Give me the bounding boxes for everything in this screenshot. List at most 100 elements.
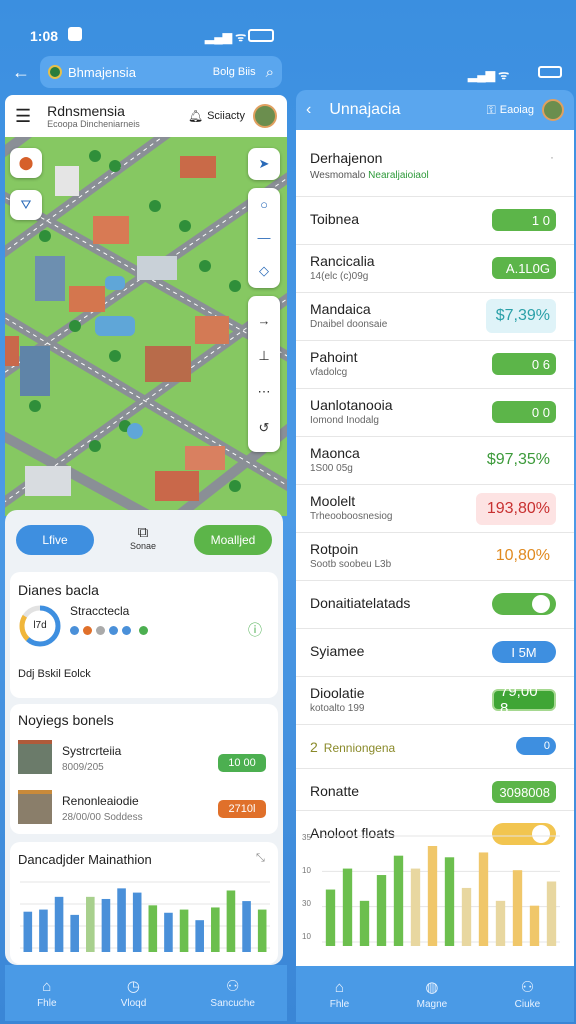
- minus-icon[interactable]: —: [258, 230, 271, 245]
- section-more-icon[interactable]: ·: [550, 150, 554, 164]
- layer-icon[interactable]: ◇: [259, 263, 269, 279]
- overview-card-subtitle: Stracctecla: [70, 604, 130, 618]
- building-thumb-icon: [18, 740, 52, 774]
- chart-bar: [359, 900, 370, 946]
- tab-sonae[interactable]: ⧉ Sonae: [128, 524, 158, 551]
- row-value[interactable]: 0: [516, 737, 556, 755]
- list-item[interactable]: Rotpoin Sootb soobeu L3b 10,80%: [296, 532, 574, 580]
- row-value[interactable]: I 5M: [492, 641, 556, 663]
- building-2-name: Renonleaiodie: [62, 794, 139, 808]
- map-controls-bottom: → ⊥ ⋯ ↺: [248, 296, 280, 452]
- nav-file-right[interactable]: ⌂ Fhle: [330, 979, 349, 1010]
- chart-bar: [529, 905, 540, 946]
- y-tick-label: 30: [302, 899, 311, 908]
- buildings-card: Noyiegs bonels Systrcrteiia 8009/205 10 …: [10, 704, 278, 834]
- list-item[interactable]: Ronatte 3098008: [296, 768, 574, 810]
- building-2-value: 2710l: [218, 800, 266, 818]
- city-map[interactable]: [5, 126, 287, 516]
- building-1-value: 10 00: [218, 754, 266, 772]
- search-icon[interactable]: ⌕: [266, 64, 274, 81]
- list-item[interactable]: 2 Renniongena 0: [296, 724, 574, 768]
- list-item[interactable]: Mandaica Dnaibel doonsaie $7,39%: [296, 292, 574, 340]
- list-item[interactable]: Donaitiatelatads: [296, 580, 574, 628]
- chart-bar: [86, 896, 95, 952]
- zoom-in-icon[interactable]: ○: [260, 197, 268, 212]
- filter-icon[interactable]: ⛛: [10, 190, 42, 220]
- tab-moalljed[interactable]: Moalljed: [194, 525, 272, 555]
- rotate-icon[interactable]: ↺: [259, 420, 270, 436]
- row-value[interactable]: 0 0: [492, 401, 556, 423]
- row-value[interactable]: 10,80%: [486, 545, 556, 567]
- right-avatar[interactable]: [542, 99, 564, 121]
- building-1-name: Systrcrteiia: [62, 744, 122, 758]
- globe-icon: ◍: [425, 979, 439, 996]
- row-value[interactable]: 0 6: [492, 353, 556, 375]
- nav-magne[interactable]: ◍ Magne: [417, 978, 448, 1010]
- clock-icon: ◷: [126, 978, 141, 995]
- row-value[interactable]: 79,00 8: [492, 683, 556, 717]
- user-icon: ⚇: [225, 978, 240, 995]
- chart-bar: [478, 852, 489, 946]
- right-header-action[interactable]: Eaoiag: [500, 104, 534, 116]
- chart-bar: [427, 846, 438, 946]
- row-value[interactable]: 1 0: [492, 209, 556, 231]
- list-item[interactable]: Pahoint vfadolcg 0 6: [296, 340, 574, 388]
- navigation-icon[interactable]: ➤: [248, 148, 280, 180]
- avatar[interactable]: [253, 104, 277, 128]
- chart-bar: [242, 901, 251, 952]
- row-value[interactable]: $7,39%: [486, 299, 556, 333]
- nav-sancuche[interactable]: ⚇ Sancuche: [210, 977, 254, 1009]
- search-bar[interactable]: Bhmajensia Bolg Biis ⌕: [40, 56, 282, 88]
- compass-icon[interactable]: ⊥: [258, 348, 269, 364]
- left-header-subtitle: Ecoopa Dincheniarneis: [47, 119, 140, 129]
- list-item[interactable]: Rancicalia 14(elc (c)09g A.1L0G: [296, 244, 574, 292]
- chart-bar: [342, 868, 353, 946]
- chart-bar: [101, 898, 111, 952]
- left-header-user: Sciiacty: [207, 110, 245, 122]
- chart-bar: [512, 870, 523, 946]
- list-item[interactable]: Dioolatie kotoalto 199 79,00 8: [296, 676, 574, 724]
- row-value[interactable]: 3098008: [492, 781, 556, 803]
- row-bullet: 2: [310, 739, 318, 755]
- nav-ciuke[interactable]: ⚇ Ciuke: [515, 978, 541, 1010]
- gauge-value: l7d: [33, 620, 47, 631]
- nav-file[interactable]: ⌂ Fhle: [37, 978, 56, 1009]
- arrow-right-icon[interactable]: →: [258, 313, 271, 328]
- list-item[interactable]: Toibnea 1 0: [296, 196, 574, 244]
- list-item[interactable]: Syiamee I 5M: [296, 628, 574, 676]
- building-thumb-icon-2: [18, 790, 52, 824]
- list-item[interactable]: Uanlotanooia Iomond Inodalg 0 0: [296, 388, 574, 436]
- left-bottom-nav: ⌂ Fhle ◷ Vloqd ⚇ Sancuche: [5, 965, 287, 1021]
- row-label: Ronatte: [310, 783, 360, 799]
- row-label: Pahoint: [310, 349, 358, 365]
- row-label: Moolelt: [310, 493, 356, 509]
- row-value[interactable]: $97,35%: [486, 449, 556, 471]
- row-label: Dioolatie: [310, 685, 365, 701]
- back-chevron-icon[interactable]: ‹: [306, 101, 311, 119]
- list-item[interactable]: Maonca 1S00 05g $97,35%: [296, 436, 574, 484]
- dots-icon[interactable]: ⋯: [258, 384, 271, 400]
- toggle-knob: [532, 595, 550, 613]
- nav-vloqd[interactable]: ◷ Vloqd: [121, 977, 147, 1009]
- list-item[interactable]: Moolelt Trheooboosnesiog 193,80%: [296, 484, 574, 532]
- chart-bar: [257, 909, 267, 952]
- battery-icon-right: [538, 66, 562, 78]
- row-value[interactable]: A.1L0G: [492, 257, 556, 279]
- chart-bar: [23, 911, 33, 952]
- expand-icon[interactable]: ⤡: [256, 852, 265, 865]
- user-icon: ⚇: [520, 979, 535, 996]
- nav-ciuke-label: Ciuke: [514, 999, 541, 1010]
- row-value[interactable]: [492, 593, 556, 615]
- back-arrow-icon[interactable]: ←: [12, 62, 30, 83]
- status-dots: [70, 626, 148, 635]
- box-icon: ⧉: [137, 524, 149, 541]
- flag-icon: [48, 65, 62, 79]
- tab-live[interactable]: Lfive: [16, 525, 94, 555]
- row-value[interactable]: 193,80%: [476, 493, 556, 525]
- search-text: Bhmajensia: [68, 64, 136, 80]
- location-pin-icon[interactable]: ⬤: [10, 148, 42, 178]
- bell-icon[interactable]: 🔔︎: [188, 109, 203, 123]
- nav-sancuche-label: Sancuche: [210, 998, 255, 1009]
- info-icon[interactable]: ⓘ: [248, 620, 262, 640]
- menu-icon[interactable]: ☰: [15, 106, 31, 127]
